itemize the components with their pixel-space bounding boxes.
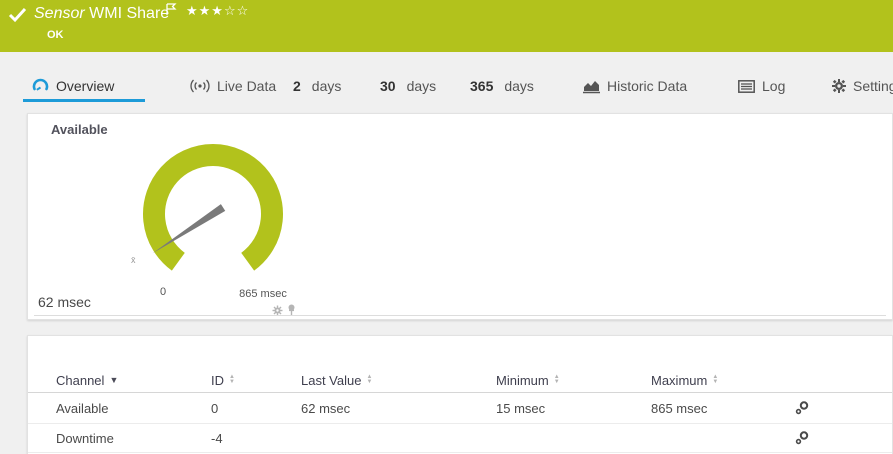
active-tab-indicator [23, 99, 145, 102]
tab-label: days [406, 78, 437, 94]
gauge-settings-gear-icon[interactable] [272, 303, 283, 321]
tab-label: days [504, 78, 534, 94]
channel-minimum: 15 msec [496, 400, 546, 416]
tab-bar: Overview Live Data 2 days 30 days 365 da… [0, 52, 893, 113]
table-row-downtime: Downtime -4 [28, 424, 892, 453]
gauge-panel: Available x̄ 0 865 msec 62 msec [27, 113, 893, 320]
sort-both-icon: ▲ ▼ [366, 374, 373, 385]
gauge-scale-min: 0 [159, 286, 167, 298]
column-label: Last Value [301, 372, 362, 388]
tab-overview[interactable]: Overview [32, 75, 114, 97]
tab-number: 365 [470, 78, 494, 94]
stars-filled: ★★★ [186, 3, 224, 18]
status-badge: OK [47, 29, 64, 41]
gauge-icon [32, 78, 49, 95]
sort-both-icon: ▲ ▼ [712, 374, 719, 385]
table-header-row: Channel ▼ ID ▲ ▼ Last Value ▲ ▼ Minimum ▲ ▼… [28, 368, 892, 393]
settings-gear-icon [832, 79, 846, 93]
column-label: Minimum [496, 372, 549, 388]
flag-icon[interactable] [166, 3, 177, 21]
sensor-type-label: Sensor [34, 5, 85, 22]
tab-365-days[interactable]: 365 days [470, 75, 534, 97]
channel-id: 0 [211, 400, 219, 416]
tab-live-data[interactable]: Live Data [190, 75, 276, 97]
column-header-minimum[interactable]: Minimum ▲ ▼ [496, 368, 560, 392]
column-header-id[interactable]: ID ▲ ▼ [211, 368, 235, 392]
column-label: ID [211, 372, 224, 388]
table-row-available: Available 0 62 msec 15 msec 865 msec [28, 393, 892, 424]
tab-2-days[interactable]: 2 days [293, 75, 341, 97]
column-label: Channel [56, 372, 105, 388]
tab-label: Live Data [217, 78, 277, 94]
column-header-maximum[interactable]: Maximum ▲ ▼ [651, 368, 718, 392]
tab-30-days[interactable]: 30 days [380, 75, 436, 97]
gauge-arc [143, 144, 283, 271]
tab-log[interactable]: Log [738, 75, 785, 97]
sensor-status-bar: Sensor WMI Share ★★★☆☆ OK [0, 0, 893, 52]
page-title: Sensor WMI Share [34, 5, 169, 23]
channel-settings-icon[interactable] [794, 393, 810, 423]
channel-name: Available [56, 400, 109, 416]
channels-table-panel: Channel ▼ ID ▲ ▼ Last Value ▲ ▼ Minimum ▲ ▼… [27, 335, 893, 454]
gauge-chart: x̄ [131, 144, 283, 271]
gauge-average-marker: x̄ [131, 255, 136, 265]
tab-number: 2 [293, 78, 301, 94]
gauge-scale-max: 865 msec [239, 288, 287, 300]
ok-check-icon [8, 7, 28, 28]
tab-settings[interactable]: Settings [832, 75, 893, 97]
priority-stars[interactable]: ★★★☆☆ [186, 3, 249, 19]
tab-label: days [311, 78, 342, 94]
stars-empty: ☆☆ [223, 3, 250, 18]
gauge-current-value: 62 msec [38, 294, 91, 310]
sort-both-icon: ▲ ▼ [553, 374, 560, 385]
sort-both-icon: ▲ ▼ [229, 374, 235, 385]
tab-label: Settings [853, 78, 893, 94]
tab-label: Log [762, 78, 786, 94]
live-data-icon [190, 79, 210, 93]
sensor-name: WMI Share [89, 5, 170, 22]
column-header-channel[interactable]: Channel ▼ [56, 368, 118, 392]
sort-desc-icon: ▼ [109, 375, 119, 385]
channel-settings-icon[interactable] [794, 424, 810, 452]
tab-label: Historic Data [607, 78, 688, 94]
tab-historic-data[interactable]: Historic Data [583, 75, 687, 97]
channel-name: Downtime [56, 430, 114, 446]
log-icon [738, 79, 755, 93]
historic-data-icon [583, 79, 600, 94]
tab-number: 30 [380, 78, 396, 94]
channel-maximum: 865 msec [651, 400, 708, 416]
channel-last-value: 62 msec [301, 400, 351, 416]
column-label: Maximum [651, 372, 708, 388]
gauge-pin-icon[interactable] [287, 303, 296, 321]
column-header-last-value[interactable]: Last Value ▲ ▼ [301, 368, 372, 392]
gauge-footer-divider [34, 315, 886, 316]
tab-label: Overview [56, 78, 115, 94]
channel-id: -4 [211, 430, 223, 446]
